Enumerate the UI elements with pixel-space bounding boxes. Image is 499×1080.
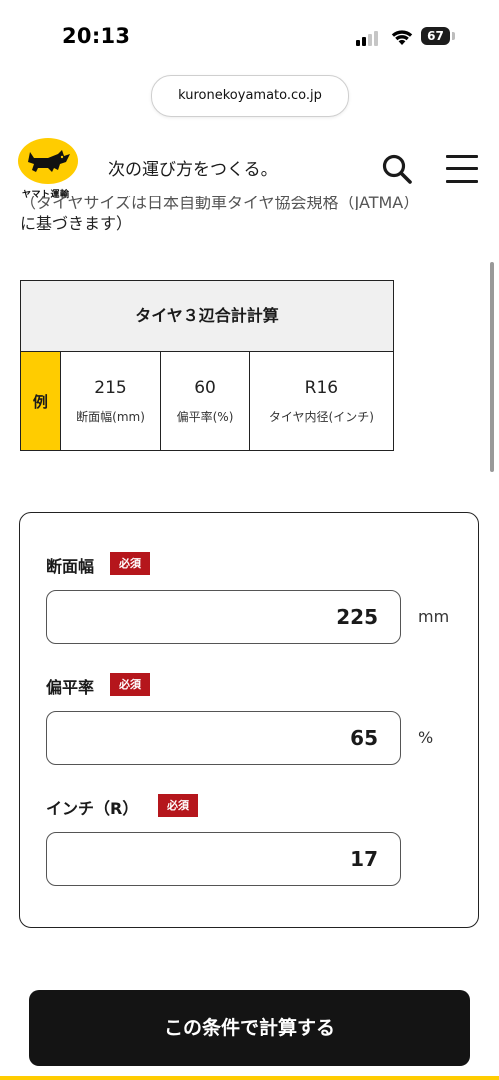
example-caption: 断面幅(mm) — [76, 409, 145, 424]
width-input[interactable] — [46, 590, 401, 644]
battery-indicator: 67 — [421, 27, 450, 45]
example-value: R16 — [304, 377, 339, 398]
hamburger-menu-icon[interactable] — [445, 153, 479, 185]
inch-input[interactable] — [46, 832, 401, 886]
example-label: 例 — [21, 352, 61, 450]
example-cell-aspect: 60 偏平率(%) — [161, 352, 250, 450]
required-badge: 必須 — [110, 673, 150, 696]
example-table-title: タイヤ３辺合計計算 — [21, 281, 393, 352]
site-header: ヤマト運輸 次の運び方をつくる。 — [0, 132, 499, 202]
example-value: 215 — [94, 377, 127, 398]
battery-tip — [452, 32, 455, 40]
calculate-button[interactable]: この条件で計算する — [29, 990, 470, 1066]
black-cat-icon — [28, 150, 70, 172]
yamato-logo[interactable]: ヤマト運輸 — [18, 138, 78, 200]
example-cell-width: 215 断面幅(mm) — [61, 352, 162, 450]
aspect-ratio-unit: % — [418, 728, 434, 747]
width-label: 断面幅 — [46, 557, 95, 576]
clock: 20:13 — [62, 24, 131, 48]
cellular-signal-icon — [356, 30, 382, 46]
scrollbar-thumb[interactable] — [490, 262, 494, 472]
address-bar[interactable]: kuronekoyamato.co.jp — [151, 75, 349, 117]
search-icon[interactable] — [380, 152, 414, 186]
note-cut-line: （タイヤサイズは日本自動車タイヤ協会規格（JATMA） — [20, 196, 420, 210]
wifi-icon — [391, 30, 413, 45]
tire-calc-form: 断面幅 必須 mm 偏平率 必須 % インチ（R） 必須 — [19, 512, 479, 928]
status-bar: 20:13 67 — [0, 0, 499, 74]
aspect-ratio-input[interactable] — [46, 711, 401, 765]
tagline: 次の運び方をつくる。 — [108, 160, 278, 180]
example-value: 60 — [194, 377, 216, 398]
example-cell-rim: R16 タイヤ内径(インチ) — [250, 352, 393, 450]
example-caption: 偏平率(%) — [176, 409, 234, 424]
required-badge: 必須 — [158, 794, 198, 817]
bottom-accent-strip — [0, 1076, 499, 1080]
aspect-ratio-label: 偏平率 — [46, 678, 95, 697]
tire-size-note: （タイヤサイズは日本自動車タイヤ協会規格（JATMA） に基づきます） — [20, 196, 480, 252]
logo-circle — [18, 138, 78, 184]
example-caption: タイヤ内径(インチ) — [268, 409, 374, 424]
note-line: に基づきます） — [20, 214, 133, 233]
example-row: 例 215 断面幅(mm) 60 偏平率(%) R16 タイヤ内径(インチ) — [21, 352, 393, 450]
width-unit: mm — [418, 607, 450, 626]
inch-label: インチ（R） — [46, 799, 139, 818]
example-table: タイヤ３辺合計計算 例 215 断面幅(mm) 60 偏平率(%) R16 タイ… — [20, 280, 394, 451]
required-badge: 必須 — [110, 552, 150, 575]
